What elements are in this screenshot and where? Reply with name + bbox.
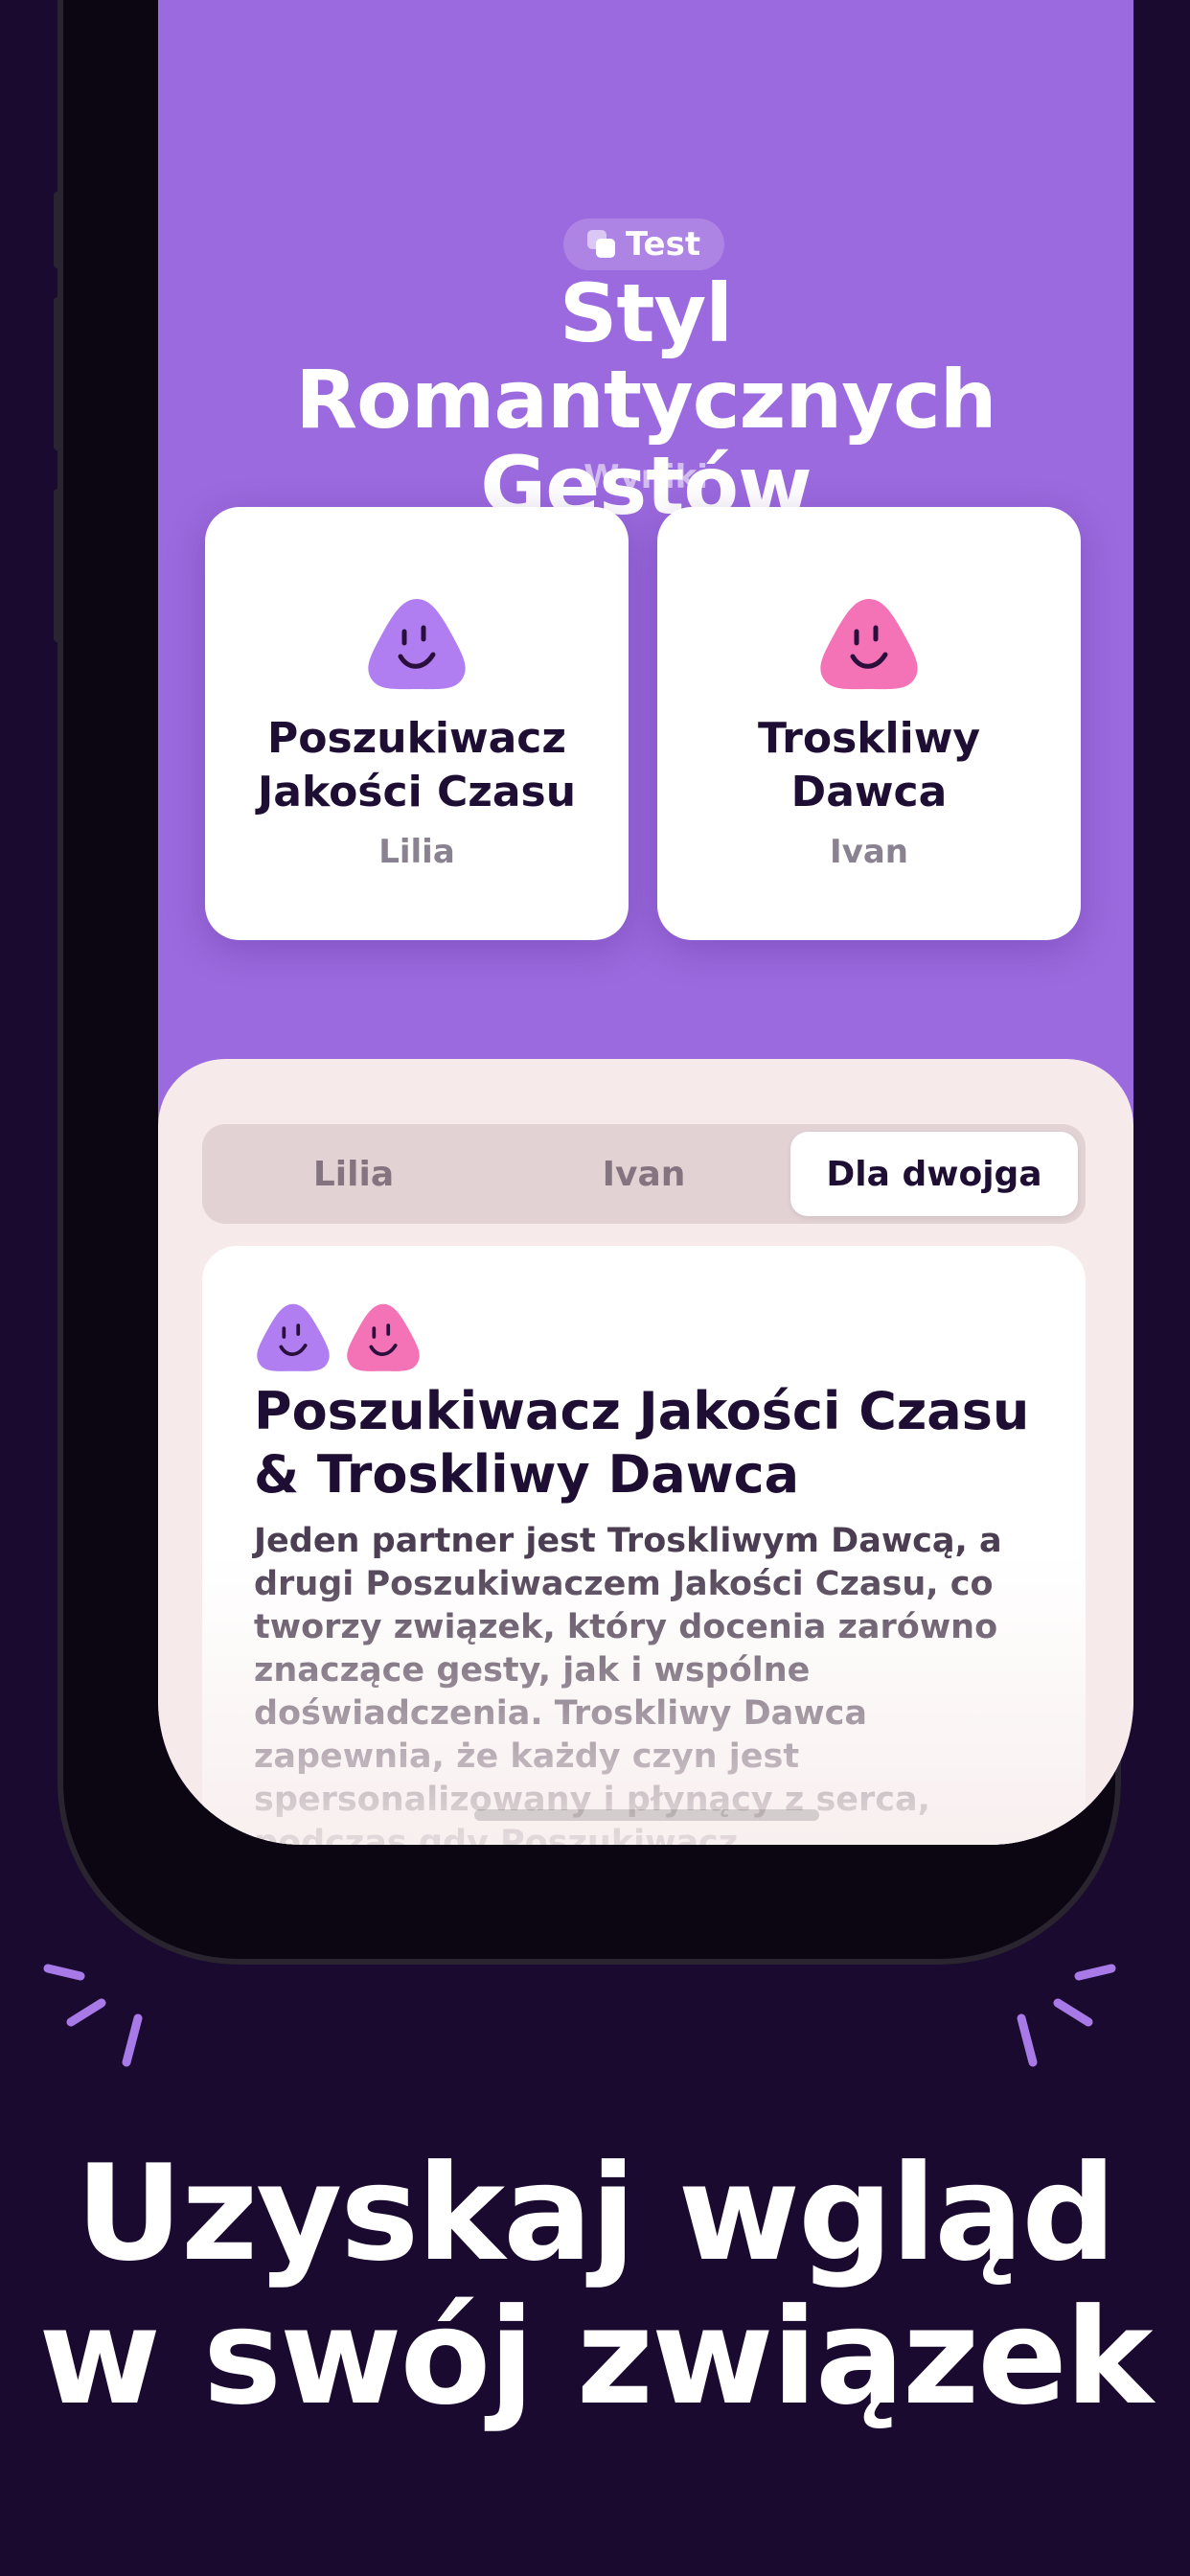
tab-lilia[interactable]: Lilia: [210, 1132, 497, 1216]
tab-dla-dwojga[interactable]: Dla dwojga: [790, 1132, 1078, 1216]
layers-icon: [586, 230, 616, 259]
result-card-ivan[interactable]: Troskliwy Dawca Ivan: [657, 507, 1081, 940]
promo-headline: Uzyskaj wgląd w swój związek: [38, 2136, 1153, 2434]
results-sheet: Lilia Ivan Dla dwojga Poszukiwacz Jakośc…: [158, 1059, 1133, 1845]
couple-avatars: [254, 1300, 423, 1374]
phone-mute-button: [54, 192, 63, 268]
spark-lines-right-icon: [1017, 1964, 1116, 2067]
card-type-name: Troskliwy Dawca: [757, 714, 981, 816]
page-subtitle: Wyniki: [584, 458, 708, 496]
phone-volume-down-button: [54, 489, 63, 642]
card-person-name: Ivan: [830, 833, 908, 871]
spark-lines-left-icon: [43, 1964, 143, 2067]
card-person-name: Lilia: [378, 833, 455, 871]
result-card-lilia[interactable]: Poszukiwacz Jakości Czasu Lilia: [205, 507, 629, 940]
home-indicator: [474, 1809, 819, 1821]
segmented-tabs: Lilia Ivan Dla dwojga: [202, 1124, 1086, 1224]
test-pill: Test: [563, 218, 724, 270]
smiley-blob-purple-icon: [257, 1303, 330, 1371]
smiley-blob-pink-icon: [820, 599, 918, 690]
couple-result-card[interactable]: Poszukiwacz Jakości Czasu & Troskliwy Da…: [202, 1246, 1086, 1845]
app-screen: Test Styl Romantycznych Gestów Wyniki Po…: [158, 0, 1133, 1845]
text-fade-overlay: [202, 1552, 1086, 1845]
card-type-name: Poszukiwacz Jakości Czasu: [257, 714, 577, 816]
tab-ivan[interactable]: Ivan: [500, 1132, 788, 1216]
phone-frame: Test Styl Romantycznych Gestów Wyniki Po…: [54, 0, 1133, 1965]
result-title: Poszukiwacz Jakości Czasu & Troskliwy Da…: [254, 1381, 1030, 1505]
pill-label: Test: [625, 225, 701, 264]
smiley-blob-purple-icon: [368, 599, 466, 690]
phone-volume-up-button: [54, 297, 63, 450]
smiley-blob-pink-icon: [347, 1303, 420, 1371]
